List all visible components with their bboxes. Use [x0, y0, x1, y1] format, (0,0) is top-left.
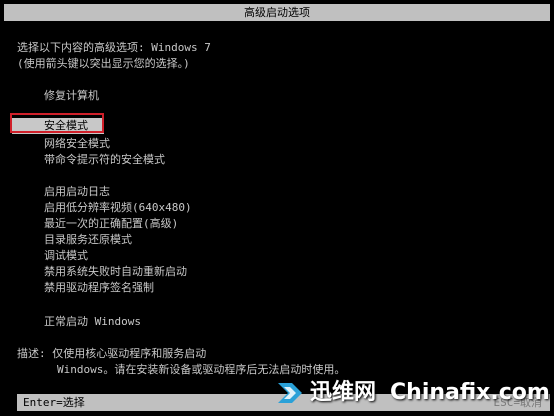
menu-item-start-normally[interactable]: 正常启动 Windows: [44, 314, 141, 330]
intro-line-1: 选择以下内容的高级选项: Windows 7: [17, 41, 211, 54]
menu-item-boot-logging[interactable]: 启用启动日志: [44, 184, 110, 200]
menu-item-disable-auto-restart[interactable]: 禁用系统失败时自动重新启动: [44, 264, 187, 280]
menu-item-repair-computer[interactable]: 修复计算机: [44, 88, 99, 104]
menu-item-directory-services-restore[interactable]: 目录服务还原模式: [44, 232, 132, 248]
footer-enter-hint: Enter=选择: [23, 396, 85, 409]
menu-item-debugging-mode[interactable]: 调试模式: [44, 248, 88, 264]
menu-item-safe-mode-command-prompt[interactable]: 带命令提示符的安全模式: [44, 152, 165, 168]
menu-item-safe-mode[interactable]: 安全模式: [12, 118, 104, 134]
menu-item-low-res-video[interactable]: 启用低分辨率视频(640x480): [44, 200, 192, 216]
menu-item-safe-mode-networking[interactable]: 网络安全模式: [44, 136, 110, 152]
intro-line-2: (使用箭头键以突出显示您的选择。): [17, 57, 190, 70]
menu-item-disable-driver-signature[interactable]: 禁用驱动程序签名强制: [44, 280, 154, 296]
description-line-2: Windows。请在安装新设备或驱动程序后无法启动时使用。: [57, 363, 346, 376]
footer-bar: Enter=选择 ESC=取消: [17, 394, 550, 411]
advanced-boot-options-screen: 高级启动选项 选择以下内容的高级选项: Windows 7 (使用箭头键以突出显…: [0, 0, 554, 416]
menu-item-last-known-good[interactable]: 最近一次的正确配置(高级): [44, 216, 178, 232]
footer-esc-hint: ESC=取消: [493, 396, 543, 409]
screen-title: 高级启动选项: [4, 4, 550, 21]
description-line-1: 描述: 仅使用核心驱动程序和服务启动: [17, 347, 207, 360]
